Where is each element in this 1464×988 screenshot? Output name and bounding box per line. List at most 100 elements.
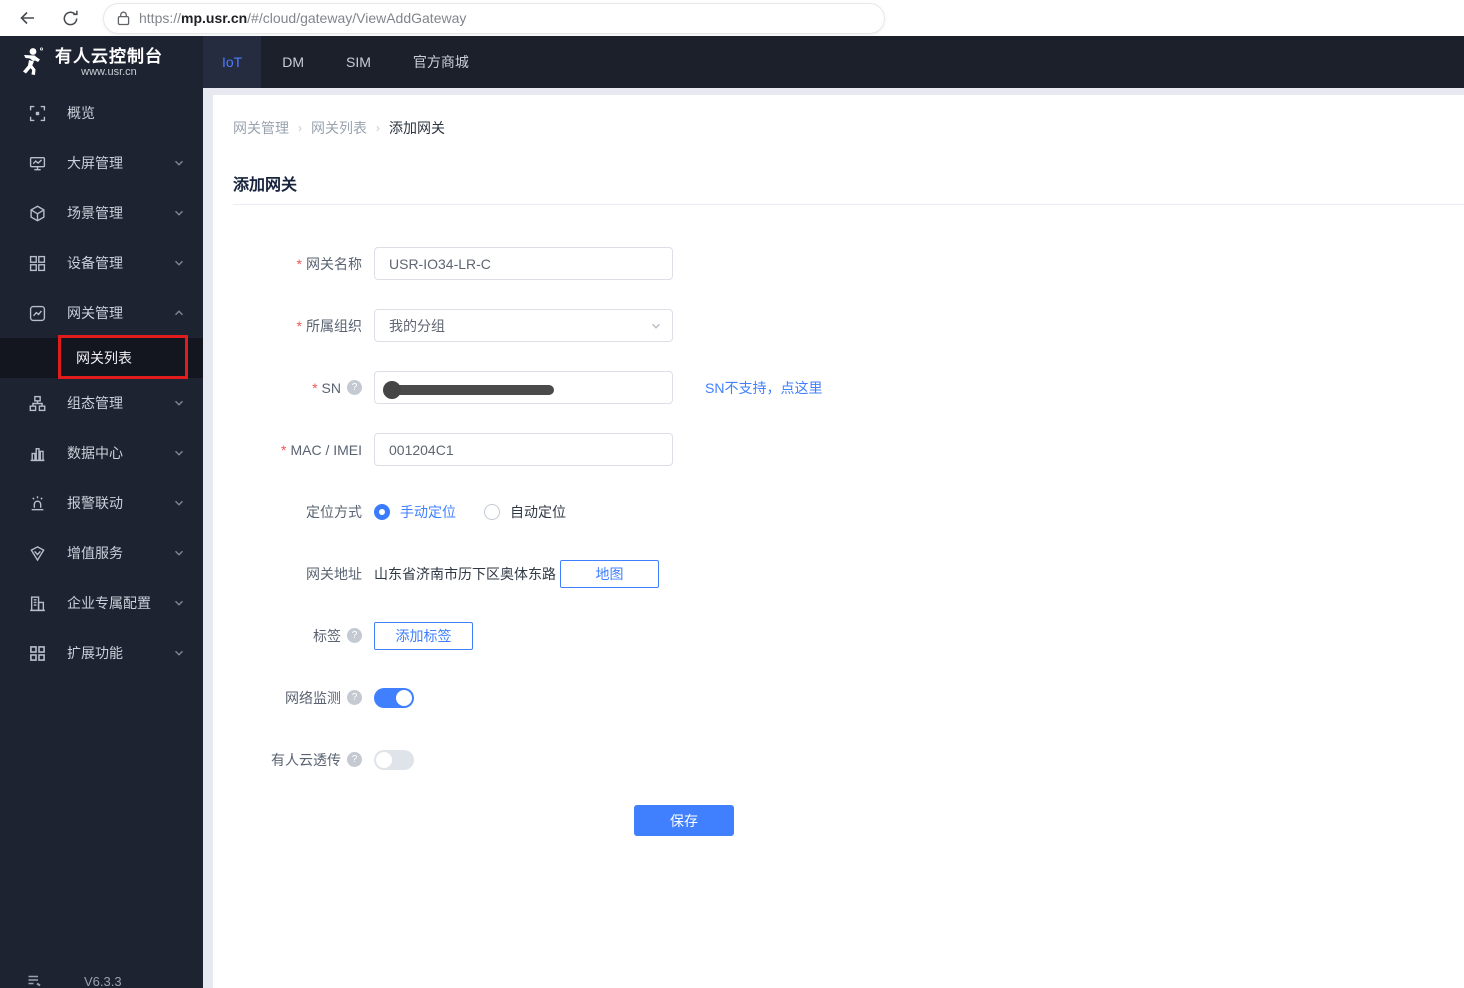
required-asterisk: *: [280, 441, 287, 458]
page-card: 网关管理 › 网关列表 › 添加网关 添加网关 * 网关名称 USR-IO34-…: [213, 95, 1464, 988]
sidebar-item-scene-mgmt[interactable]: 场景管理: [0, 188, 203, 238]
sidebar-item-alarm-linkage[interactable]: 报警联动: [0, 478, 203, 528]
sidebar-item-device-mgmt[interactable]: 设备管理: [0, 238, 203, 288]
sidebar-item-gateway-mgmt[interactable]: 网关管理: [0, 288, 203, 338]
chevron-down-icon: [173, 157, 185, 169]
breadcrumb-gateway-mgmt[interactable]: 网关管理: [233, 118, 289, 138]
version-label: V6.3.3: [84, 973, 122, 988]
content-area: 网关管理 › 网关列表 › 添加网关 添加网关 * 网关名称 USR-IO34-…: [203, 88, 1464, 988]
sidebar-menu: 概览 大屏管理 场景管理 设备管理 网关管理 网关列表 组态管理 数据中心 报警…: [0, 88, 203, 678]
extension-icon: [29, 645, 46, 662]
breadcrumb-separator: ›: [376, 121, 380, 135]
lock-icon[interactable]: [117, 11, 130, 26]
brand-title: 有人云控制台: [55, 46, 163, 66]
mac-imei-label: MAC / IMEI: [290, 441, 362, 458]
mac-imei-row: * MAC / IMEI: [233, 433, 1464, 466]
cloud-passthrough-help-icon[interactable]: ?: [347, 752, 362, 767]
sn-label: SN: [321, 379, 341, 396]
required-asterisk: *: [296, 255, 302, 272]
add-tag-button[interactable]: 添加标签: [374, 621, 473, 650]
sn-not-supported-link[interactable]: SN不支持，点这里: [705, 378, 822, 398]
add-gateway-form: *网关名称 *所属组织 我的分组: [233, 247, 1464, 836]
location-mode-label: 定位方式: [306, 503, 362, 520]
gateway-name-label: 网关名称: [306, 255, 362, 272]
address-bar[interactable]: https://mp.usr.cn/#/cloud/gateway/ViewAd…: [104, 3, 884, 33]
value-service-icon: [29, 545, 46, 562]
title-divider: [233, 204, 1464, 205]
cloud-passthrough-toggle[interactable]: [374, 749, 414, 770]
auto-locate-option[interactable]: 自动定位: [510, 502, 566, 522]
location-mode-row: 定位方式 手动定位 自动定位: [233, 495, 1464, 528]
required-asterisk: *: [296, 317, 302, 334]
gateway-address-value: 山东省济南市历下区奥体东路: [374, 565, 556, 582]
tags-label: 标签: [313, 627, 341, 644]
top-navigation: IoT DM SIM 官方商城: [203, 36, 1464, 88]
gateway-name-input[interactable]: [374, 247, 673, 280]
browser-toolbar: https://mp.usr.cn/#/cloud/gateway/ViewAd…: [0, 0, 1464, 36]
network-monitor-help-icon[interactable]: ?: [347, 690, 362, 705]
tab-dm[interactable]: DM: [261, 36, 325, 88]
chevron-down-icon: [173, 597, 185, 609]
sidebar-item-enterprise-config[interactable]: 企业专属配置: [0, 578, 203, 628]
save-button[interactable]: 保存: [634, 805, 734, 836]
sidebar-item-screen-mgmt[interactable]: 大屏管理: [0, 138, 203, 188]
gateway-address-row: 网关地址 山东省济南市历下区奥体东路 地图: [233, 557, 1464, 590]
sidebar-item-gateway-list[interactable]: 网关列表: [0, 338, 203, 378]
sn-help-icon[interactable]: ?: [347, 380, 362, 395]
sidebar-item-value-services[interactable]: 增值服务: [0, 528, 203, 578]
sidebar-footer: V6.3.3: [0, 966, 203, 988]
map-button[interactable]: 地图: [560, 559, 659, 588]
tab-iot[interactable]: IoT: [203, 36, 262, 88]
chevron-up-icon: [173, 307, 185, 319]
manual-locate-radio[interactable]: [374, 503, 390, 520]
sidebar: 有人云控制台 www.usr.cn 概览 大屏管理 场景管理 设备管理 网关管理…: [0, 36, 203, 988]
collapse-menu-icon[interactable]: [27, 974, 43, 988]
url-text: https://mp.usr.cn/#/cloud/gateway/ViewAd…: [139, 10, 467, 26]
sn-redaction-scribble: [383, 381, 554, 399]
sidebar-item-extensions[interactable]: 扩展功能: [0, 628, 203, 678]
cloud-passthrough-row: 有人云透传?: [233, 743, 1464, 776]
tags-row: 标签? 添加标签: [233, 619, 1464, 652]
auto-locate-radio[interactable]: [484, 503, 500, 520]
back-icon[interactable]: [16, 6, 40, 30]
sidebar-item-data-center[interactable]: 数据中心: [0, 428, 203, 478]
tags-help-icon[interactable]: ?: [347, 628, 362, 643]
chevron-down-icon: [650, 320, 662, 332]
device-icon: [29, 255, 46, 272]
required-asterisk: *: [312, 379, 318, 396]
chevron-down-icon: [173, 257, 185, 269]
cloud-passthrough-label: 有人云透传: [271, 751, 341, 768]
breadcrumb-current: 添加网关: [389, 120, 445, 136]
manual-locate-option[interactable]: 手动定位: [400, 502, 456, 522]
chevron-down-icon: [173, 497, 185, 509]
tab-official-store[interactable]: 官方商城: [392, 36, 490, 88]
overview-icon: [29, 105, 46, 122]
organization-select[interactable]: 我的分组: [374, 309, 673, 342]
brand-logo[interactable]: 有人云控制台 www.usr.cn: [0, 36, 203, 88]
organization-row: * 所属组织 我的分组: [233, 309, 1464, 342]
gateway-address-label: 网关地址: [306, 565, 362, 582]
scene-icon: [29, 204, 46, 222]
sidebar-item-overview[interactable]: 概览: [0, 88, 203, 138]
refresh-icon[interactable]: [58, 6, 82, 30]
usr-person-icon: [16, 46, 46, 78]
enterprise-icon: [29, 595, 46, 612]
network-monitor-label: 网络监测: [285, 689, 341, 706]
breadcrumb-gateway-list[interactable]: 网关列表: [311, 118, 367, 138]
breadcrumb: 网关管理 › 网关列表 › 添加网关: [233, 118, 1464, 138]
sidebar-item-scada-mgmt[interactable]: 组态管理: [0, 378, 203, 428]
gateway-icon: [29, 305, 46, 322]
page-title: 添加网关: [233, 177, 298, 194]
network-monitor-row: 网络监测?: [233, 681, 1464, 714]
gateway-name-row: * 网关名称: [233, 247, 1464, 280]
brand-subtitle: www.usr.cn: [81, 65, 137, 78]
chevron-down-icon: [173, 397, 185, 409]
mac-imei-input[interactable]: [374, 433, 673, 466]
tab-sim[interactable]: SIM: [325, 36, 392, 88]
network-monitor-toggle[interactable]: [374, 687, 414, 708]
breadcrumb-separator: ›: [298, 121, 302, 135]
chevron-down-icon: [173, 547, 185, 559]
alarm-icon: [29, 495, 46, 512]
sn-row: * SN? SN不支持，点这里: [233, 371, 1464, 404]
organization-selected-value: 我的分组: [389, 317, 445, 334]
